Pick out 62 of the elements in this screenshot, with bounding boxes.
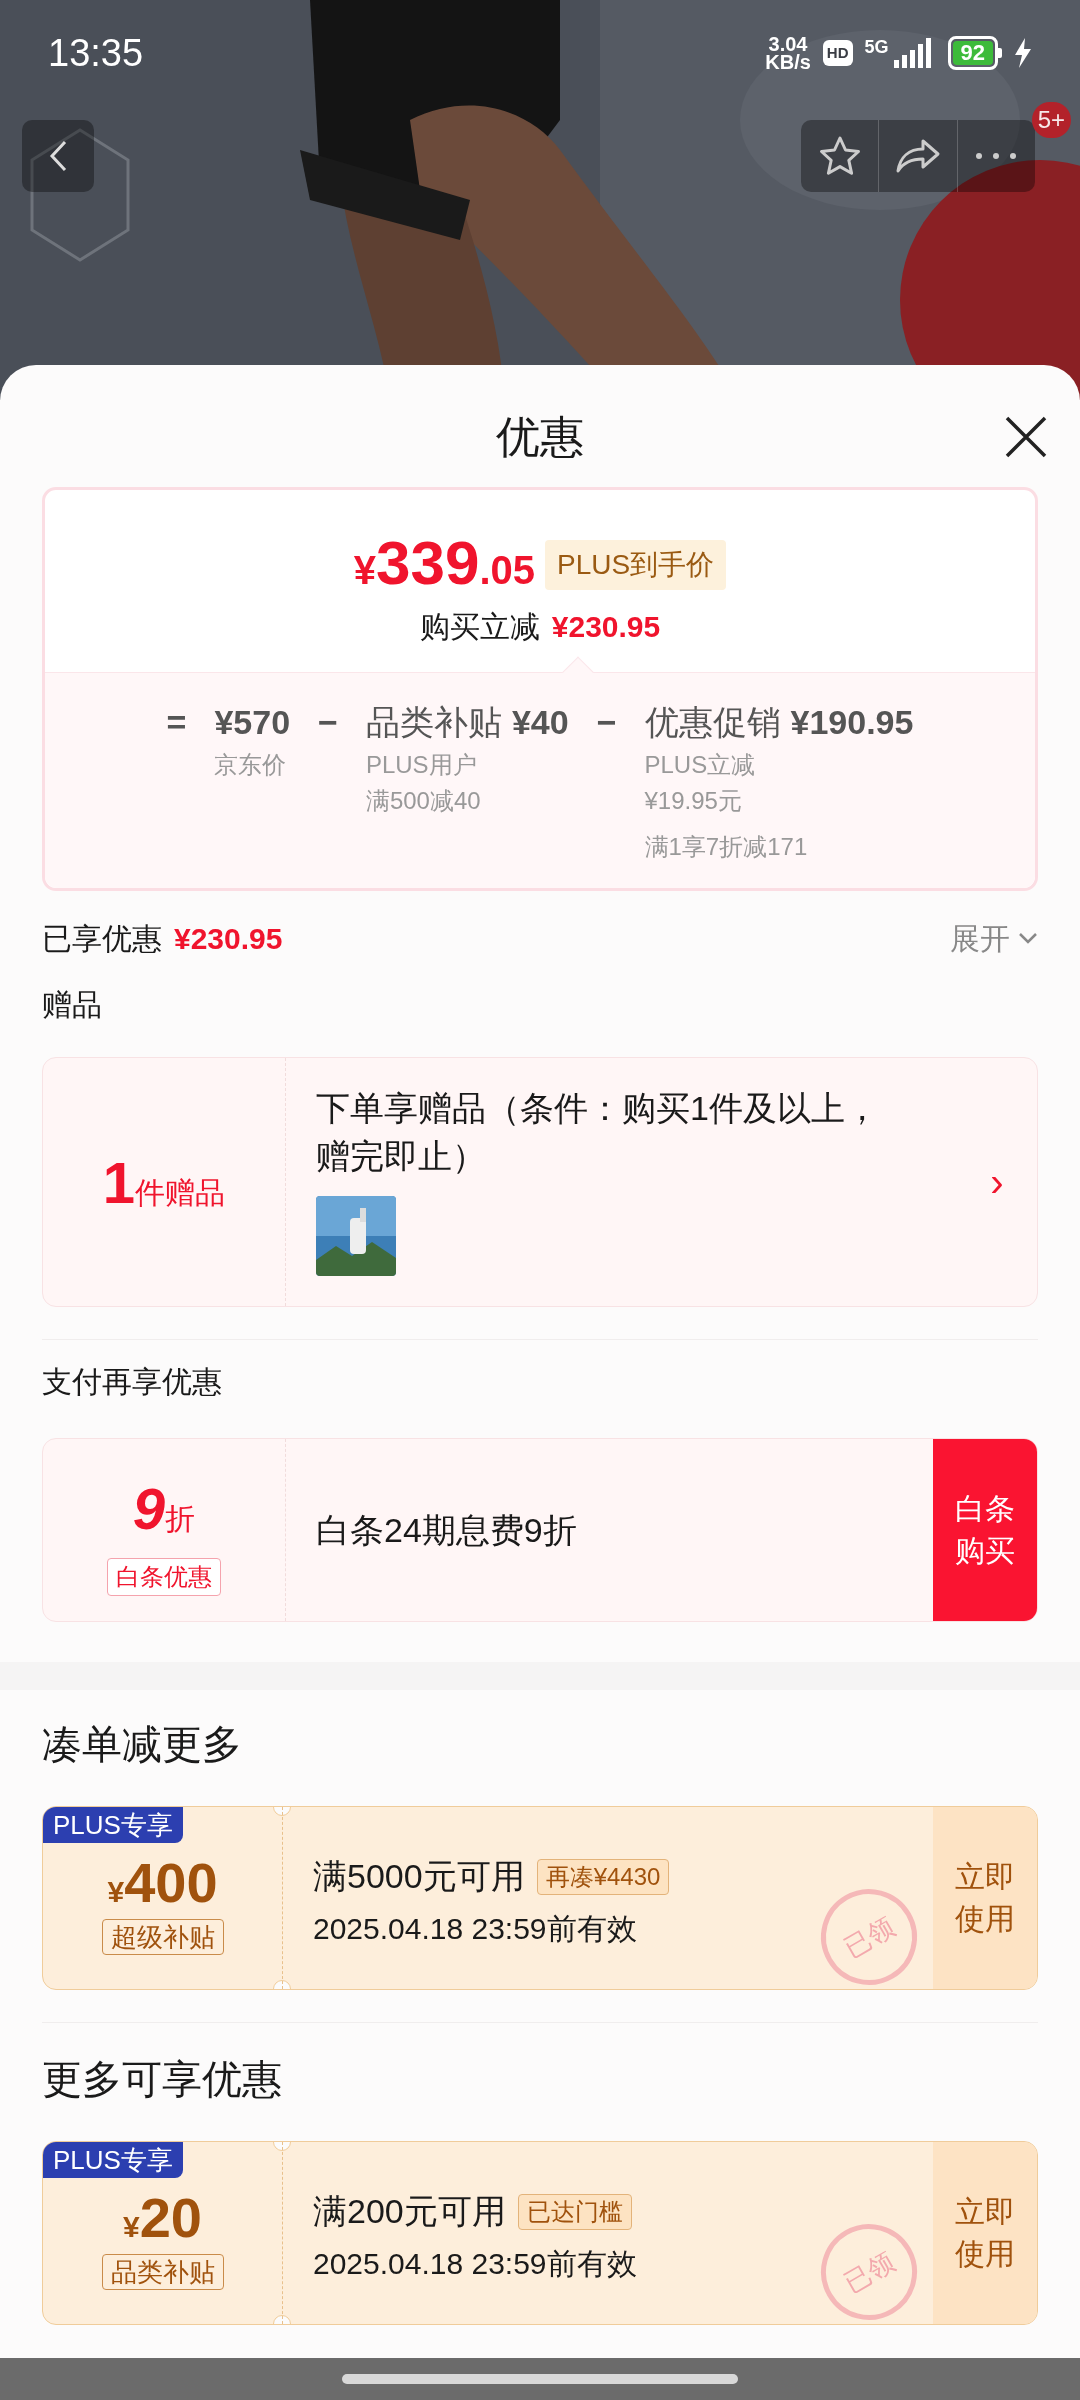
status-time: 13:35 [48,30,144,76]
chevron-right-icon: › [957,1058,1037,1306]
network-type: 5G [864,38,889,56]
star-icon [818,136,861,176]
use-now-button[interactable]: 立即使用 [933,1807,1037,1989]
operator-sign: = [166,702,187,743]
discount-rate: 9折 [132,1474,196,1543]
pay-button[interactable]: 白条购买 [933,1439,1037,1621]
coupon-hint: 已达门槛 [517,2193,632,2230]
use-now-button[interactable]: 立即使用 [933,2142,1037,2324]
section-title: 赠品 [42,987,103,1023]
coupon-condition: 满5000元可用 [313,1856,525,1897]
discount-note: 满1享7折减171 [644,832,809,862]
gift-count: 1件赠品 [102,1148,226,1217]
section-title: 支付再享优惠 [42,1364,223,1400]
offer-description: 白条24期息费9折 [316,1509,577,1551]
expand-button[interactable]: 展开 [950,915,1038,961]
hd-indicator: HD [822,40,853,66]
plus-badge: PLUS专享 [43,1807,183,1843]
more-icon [976,153,1017,159]
battery-level: 92 [952,41,993,65]
coupon-condition: 满200元可用 [313,2191,506,2232]
network-speed-value: 3.04 [768,35,808,53]
gift-description: 下单享赠品（条件：购买1件及以上，赠完即止） [316,1088,880,1177]
section-title: 更多可享优惠 [42,2056,283,2103]
discount-amount: ¥190.95 [790,702,914,743]
discount-note: 京东价 [214,750,288,780]
price-tag: PLUS到手价 [545,540,727,590]
coupon-tag: 品类补贴 [101,2254,224,2290]
discount-note: ¥19.95元 [644,786,743,816]
coupon-amount: ¥20 [123,2186,202,2250]
final-price: ¥339.05 [353,530,536,599]
share-icon [895,138,941,174]
discount-amount: ¥40 [511,702,569,743]
operator-sign: − [318,702,338,743]
reduce-amount: ¥230.95 [551,609,661,645]
coupon-validity: 2025.04.18 23:59前有效 [313,2246,637,2282]
back-button[interactable] [22,120,94,192]
discount-note: PLUS用户 [365,750,478,780]
discount-label: 优惠促销 [644,702,781,743]
discount-note: PLUS立减 [644,750,757,780]
sheet-title: 优惠 [496,411,584,463]
gift-card[interactable]: 1件赠品 下单享赠品（条件：购买1件及以上，赠完即止） › [42,1057,1038,1307]
discount-label: 品类补贴 [365,702,502,743]
coupon-tag: 超级补贴 [101,1919,224,1955]
close-icon [1005,416,1047,458]
enjoyed-amount: ¥230.95 [174,920,283,957]
coupon-validity: 2025.04.18 23:59前有效 [313,1911,637,1947]
back-icon [49,140,67,172]
network-speed-unit: KB/s [765,53,811,71]
discount-amount: ¥570 [214,702,291,743]
coupon-hint: 再凑¥4430 [536,1858,670,1895]
section-title: 凑单减更多 [42,1721,243,1768]
plus-badge: PLUS专享 [43,2142,183,2178]
coupon-amount: ¥400 [107,1851,218,1915]
operator-sign: − [596,702,617,743]
chevron-down-icon [1018,932,1038,944]
enjoyed-label: 已享优惠 [42,920,162,957]
charging-icon [1014,38,1032,68]
discount-note: 满500减40 [365,786,482,816]
reduce-label: 购买立减 [419,609,540,645]
offer-tag: 白条优惠 [107,1557,221,1596]
